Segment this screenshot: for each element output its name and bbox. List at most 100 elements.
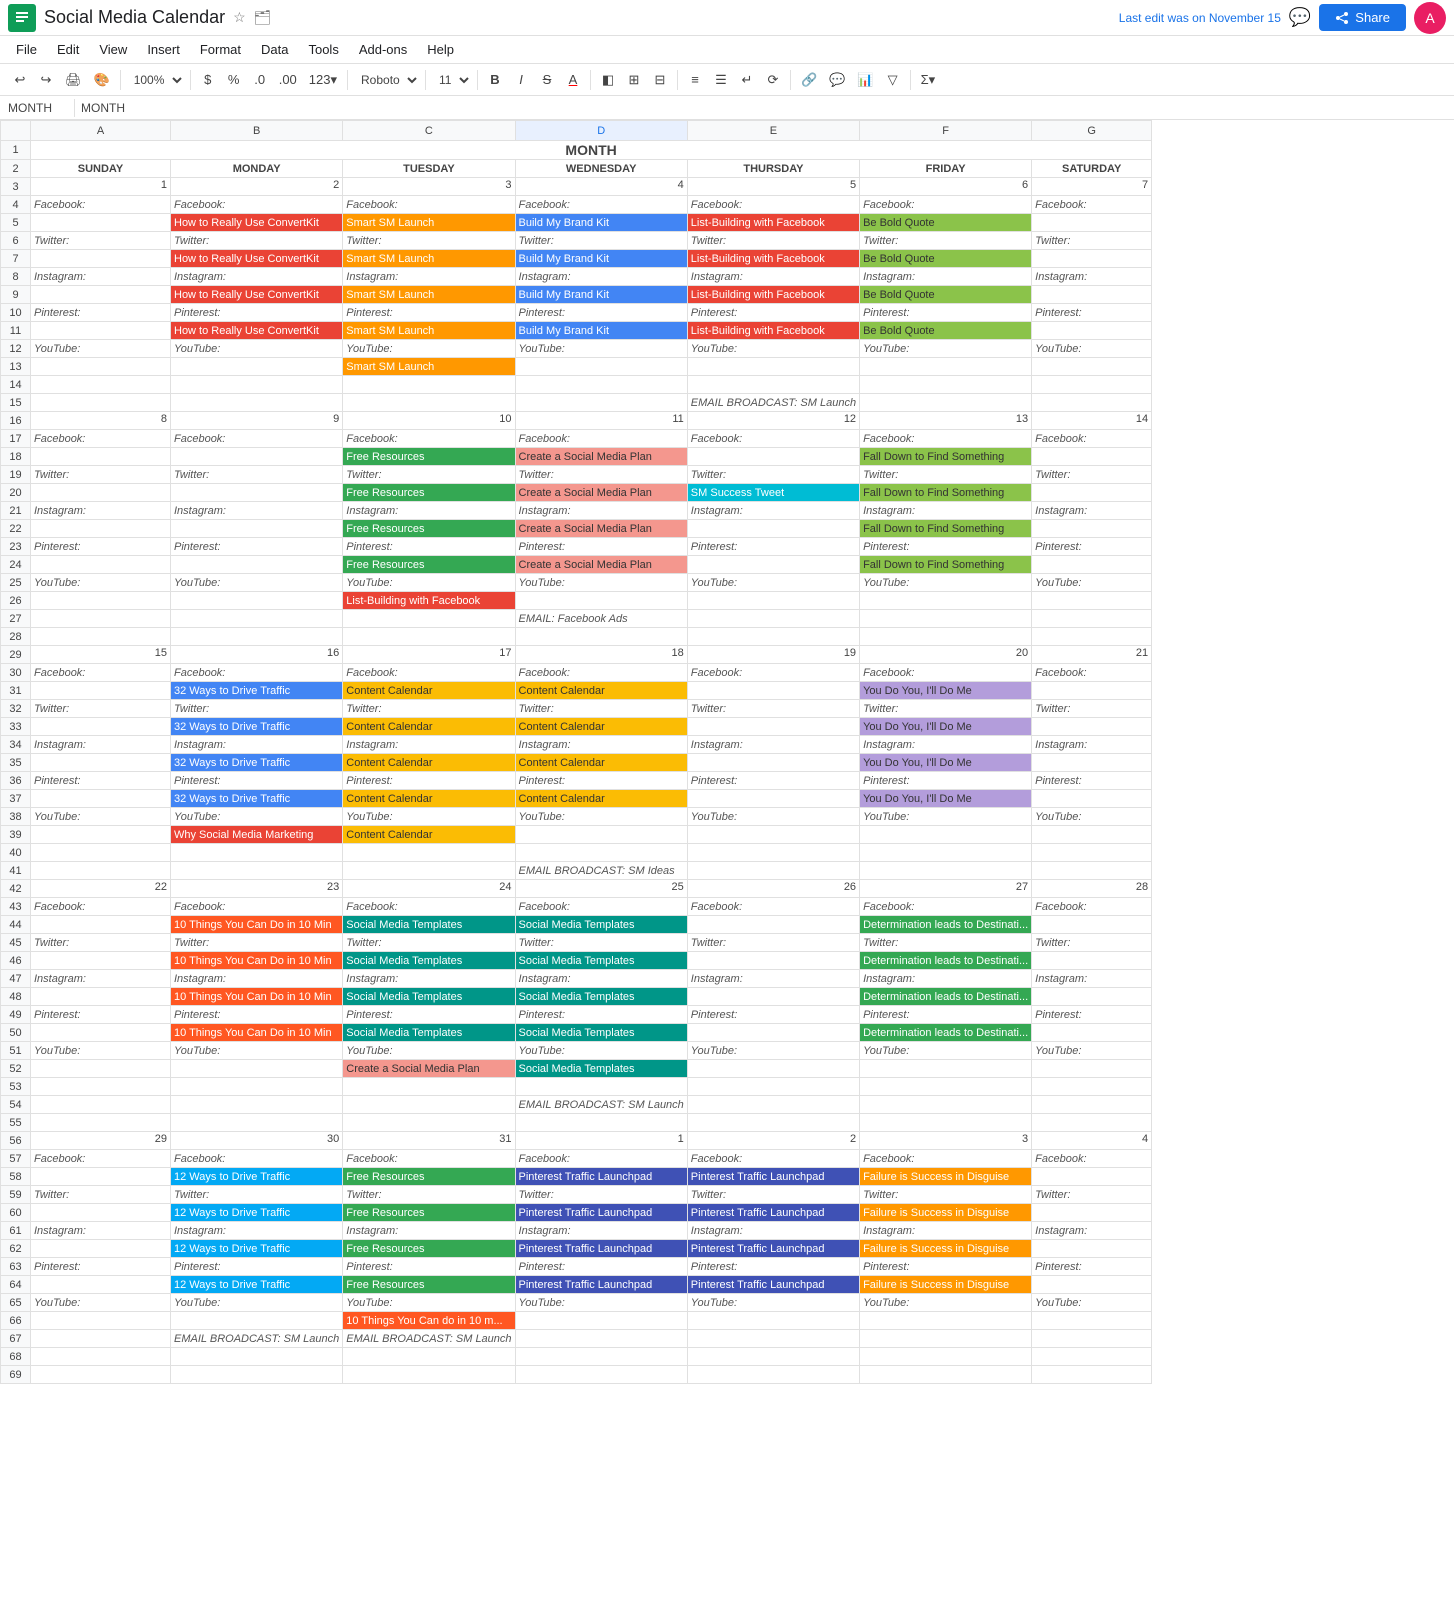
cell-43a[interactable]: Facebook:	[31, 898, 171, 916]
cell-15a[interactable]	[31, 394, 171, 412]
cell-32g[interactable]: Twitter:	[1032, 700, 1152, 718]
cell-67g[interactable]	[1032, 1330, 1152, 1348]
cell-52b[interactable]	[171, 1060, 343, 1078]
cell-61f[interactable]: Instagram:	[860, 1222, 1032, 1240]
cell-16c[interactable]: 10	[343, 412, 515, 430]
cell-40e[interactable]	[687, 844, 859, 862]
cell-69b[interactable]	[171, 1366, 343, 1384]
cell-54c[interactable]	[343, 1096, 515, 1114]
cell-22g[interactable]	[1032, 520, 1152, 538]
cell-39e[interactable]	[687, 826, 859, 844]
cell-35g[interactable]	[1032, 754, 1152, 772]
cell-56c[interactable]: 31	[343, 1132, 515, 1150]
cell-21c[interactable]: Instagram:	[343, 502, 515, 520]
cell-36b[interactable]: Pinterest:	[171, 772, 343, 790]
cell-8e[interactable]: Instagram:	[687, 268, 859, 286]
menu-view[interactable]: View	[91, 40, 135, 59]
cell-16e[interactable]: 12	[687, 412, 859, 430]
cell-66e[interactable]	[687, 1312, 859, 1330]
cell-44g[interactable]	[1032, 916, 1152, 934]
paint-format-button[interactable]: 🎨	[89, 67, 115, 93]
menu-tools[interactable]: Tools	[300, 40, 346, 59]
cell-8g[interactable]: Instagram:	[1032, 268, 1152, 286]
cell-5f[interactable]: Be Bold Quote	[860, 214, 1032, 232]
cell-55c[interactable]	[343, 1114, 515, 1132]
text-color-button[interactable]: A	[561, 67, 585, 93]
user-avatar[interactable]: A	[1414, 2, 1446, 34]
cell-52a[interactable]	[31, 1060, 171, 1078]
cell-15g[interactable]	[1032, 394, 1152, 412]
cell-24c[interactable]: Free Resources	[343, 556, 515, 574]
zoom-select[interactable]: 100%	[126, 70, 185, 90]
functions-button[interactable]: Σ▾	[916, 67, 941, 93]
cell-60g[interactable]	[1032, 1204, 1152, 1222]
cell-14e[interactable]	[687, 376, 859, 394]
print-button[interactable]: 🖨	[60, 67, 87, 93]
cell-69c[interactable]	[343, 1366, 515, 1384]
cell-36g[interactable]: Pinterest:	[1032, 772, 1152, 790]
text-rotate-button[interactable]: ⟳	[761, 67, 785, 93]
cell-43c[interactable]: Facebook:	[343, 898, 515, 916]
cell-47a[interactable]: Instagram:	[31, 970, 171, 988]
cell-42f[interactable]: 27	[860, 880, 1032, 898]
cell-44e[interactable]	[687, 916, 859, 934]
cell-9e[interactable]: List-Building with Facebook	[687, 286, 859, 304]
cell-37b[interactable]: 32 Ways to Drive Traffic	[171, 790, 343, 808]
cell-39f[interactable]	[860, 826, 1032, 844]
cell-50g[interactable]	[1032, 1024, 1152, 1042]
cell-14g[interactable]	[1032, 376, 1152, 394]
redo-button[interactable]: ↪	[34, 67, 58, 93]
cell-65a[interactable]: YouTube:	[31, 1294, 171, 1312]
cell-27e[interactable]	[687, 610, 859, 628]
cell-39a[interactable]	[31, 826, 171, 844]
cell-41a[interactable]	[31, 862, 171, 880]
merge-cells-button[interactable]: ⊟	[648, 67, 672, 93]
cell-53e[interactable]	[687, 1078, 859, 1096]
cell-67b[interactable]: EMAIL BROADCAST: SM Launch	[171, 1330, 343, 1348]
cell-8b[interactable]: Instagram:	[171, 268, 343, 286]
cell-45g[interactable]: Twitter:	[1032, 934, 1152, 952]
cell-58a[interactable]	[31, 1168, 171, 1186]
cell-65d[interactable]: YouTube:	[515, 1294, 687, 1312]
cell-39g[interactable]	[1032, 826, 1152, 844]
cell-24g[interactable]	[1032, 556, 1152, 574]
cell-47c[interactable]: Instagram:	[343, 970, 515, 988]
cell-17c[interactable]: Facebook:	[343, 430, 515, 448]
cell-25e[interactable]: YouTube:	[687, 574, 859, 592]
cell-35b[interactable]: 32 Ways to Drive Traffic	[171, 754, 343, 772]
cell-41b[interactable]	[171, 862, 343, 880]
cell-15f[interactable]	[860, 394, 1032, 412]
cell-28g[interactable]	[1032, 628, 1152, 646]
cell-6c[interactable]: Twitter:	[343, 232, 515, 250]
cell-9c[interactable]: Smart SM Launch	[343, 286, 515, 304]
cell-19f[interactable]: Twitter:	[860, 466, 1032, 484]
bold-button[interactable]: B	[483, 67, 507, 93]
cell-42g[interactable]: 28	[1032, 880, 1152, 898]
cell-3d[interactable]: 4	[515, 178, 687, 196]
cell-48f[interactable]: Determination leads to Destinati...	[860, 988, 1032, 1006]
cell-45b[interactable]: Twitter:	[171, 934, 343, 952]
cell-10e[interactable]: Pinterest:	[687, 304, 859, 322]
cell-26e[interactable]	[687, 592, 859, 610]
cell-31d[interactable]: Content Calendar	[515, 682, 687, 700]
cell-63c[interactable]: Pinterest:	[343, 1258, 515, 1276]
cell-38b[interactable]: YouTube:	[171, 808, 343, 826]
cell-28c[interactable]	[343, 628, 515, 646]
cell-49f[interactable]: Pinterest:	[860, 1006, 1032, 1024]
menu-addons[interactable]: Add-ons	[351, 40, 415, 59]
align-center-button[interactable]: ☰	[709, 67, 733, 93]
cell-44a[interactable]	[31, 916, 171, 934]
cell-63f[interactable]: Pinterest:	[860, 1258, 1032, 1276]
cell-64g[interactable]	[1032, 1276, 1152, 1294]
cell-17b[interactable]: Facebook:	[171, 430, 343, 448]
cell-29e[interactable]: 19	[687, 646, 859, 664]
cell-20g[interactable]	[1032, 484, 1152, 502]
cell-10g[interactable]: Pinterest:	[1032, 304, 1152, 322]
cell-62b[interactable]: 12 Ways to Drive Traffic	[171, 1240, 343, 1258]
cell-22f[interactable]: Fall Down to Find Something	[860, 520, 1032, 538]
cell-49d[interactable]: Pinterest:	[515, 1006, 687, 1024]
cell-63b[interactable]: Pinterest:	[171, 1258, 343, 1276]
cell-42a[interactable]: 22	[31, 880, 171, 898]
align-left-button[interactable]: ≡	[683, 67, 707, 93]
cell-59g[interactable]: Twitter:	[1032, 1186, 1152, 1204]
